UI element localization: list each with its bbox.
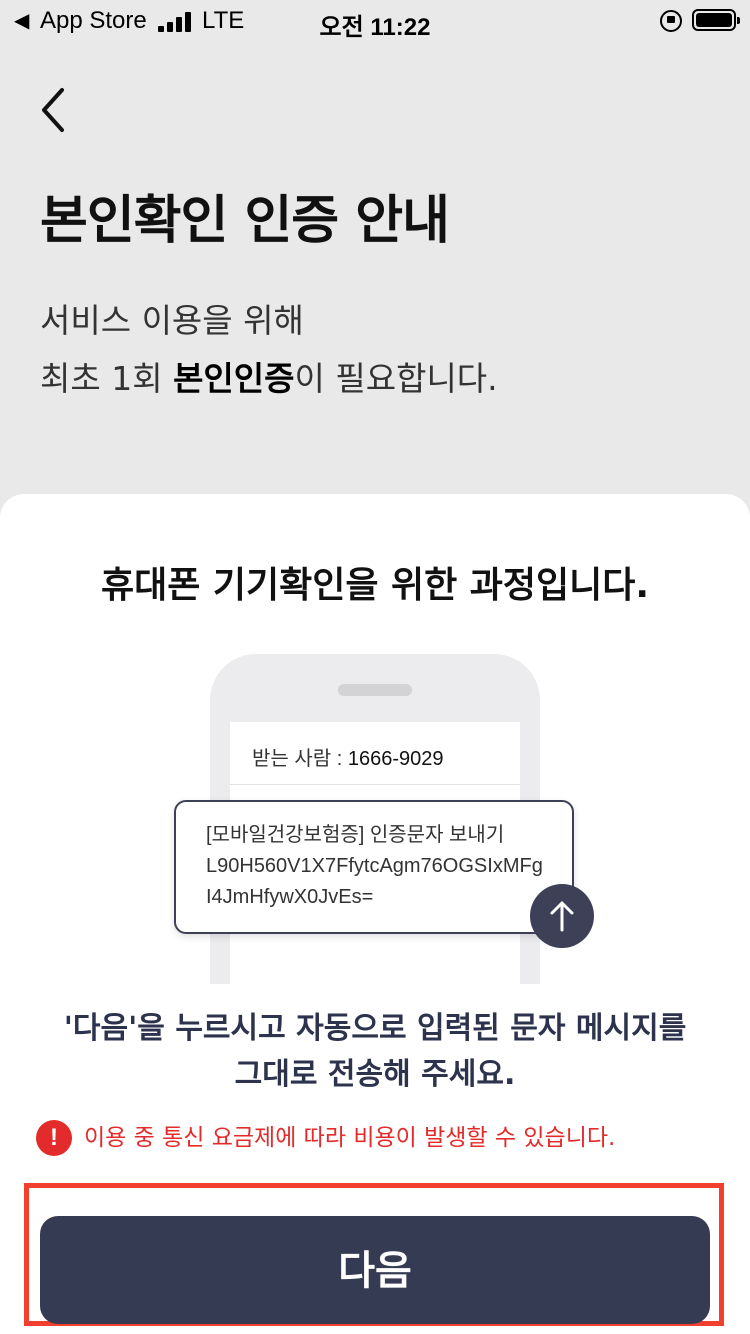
sheet-title: 휴대폰 기기확인을 위한 과정입니다. xyxy=(100,565,650,606)
description-emphasis: 본인인증 xyxy=(173,359,295,398)
orientation-lock-icon xyxy=(660,10,682,32)
description-line-1: 서비스 이용을 위해 xyxy=(40,301,304,340)
message-line-2: L90H560V1X7FfytcAgm76OGSIxMFg xyxy=(206,855,543,877)
description-suffix: 이 필요합니다. xyxy=(294,359,498,398)
page-description: 서비스 이용을 위해 최초 1회 본인인증이 필요합니다. xyxy=(40,292,498,408)
arrow-up-icon xyxy=(550,901,574,932)
phone-speaker xyxy=(338,684,412,696)
page-title: 본인확인 인증 안내 xyxy=(40,191,450,251)
message-line-1: [모바일건강보험증] 인증문자 보내기 xyxy=(206,824,505,846)
status-bar: ◀ App Store LTE 오전 11:22 xyxy=(0,0,750,42)
recipient-label: 받는 사람 : xyxy=(252,748,348,770)
exclamation-icon: ! xyxy=(36,1120,72,1156)
description-line-2: 최초 1회 본인인증이 필요합니다. xyxy=(40,350,498,408)
chevron-left-icon xyxy=(42,88,64,132)
divider xyxy=(230,784,520,785)
instruction-line-1: '다음'을 누르시고 자동으로 입력된 문자 메시지를 xyxy=(63,1011,687,1046)
recipient-line: 받는 사람 : 1666-9029 xyxy=(252,742,443,771)
instruction-text: '다음'을 누르시고 자동으로 입력된 문자 메시지를 그대로 전송해 주세요. xyxy=(0,1006,750,1098)
instruction-line-2: 그대로 전송해 주세요. xyxy=(234,1057,516,1092)
clock: 오전 11:22 xyxy=(319,14,431,41)
sms-message-preview: [모바일건강보험증] 인증문자 보내기 L90H560V1X7FfytcAgm7… xyxy=(174,800,574,934)
next-button[interactable]: 다음 xyxy=(40,1216,710,1324)
send-illustration xyxy=(530,884,594,948)
warning-text: 이용 중 통신 요금제에 따라 비용이 발생할 수 있습니다. xyxy=(84,1125,616,1151)
battery-icon xyxy=(692,9,740,31)
recipient-number: 1666-9029 xyxy=(347,748,444,770)
back-button[interactable] xyxy=(34,84,78,136)
description-prefix: 최초 1회 xyxy=(40,359,174,398)
message-line-3: I4JmHfywX0JvEs= xyxy=(206,886,374,908)
